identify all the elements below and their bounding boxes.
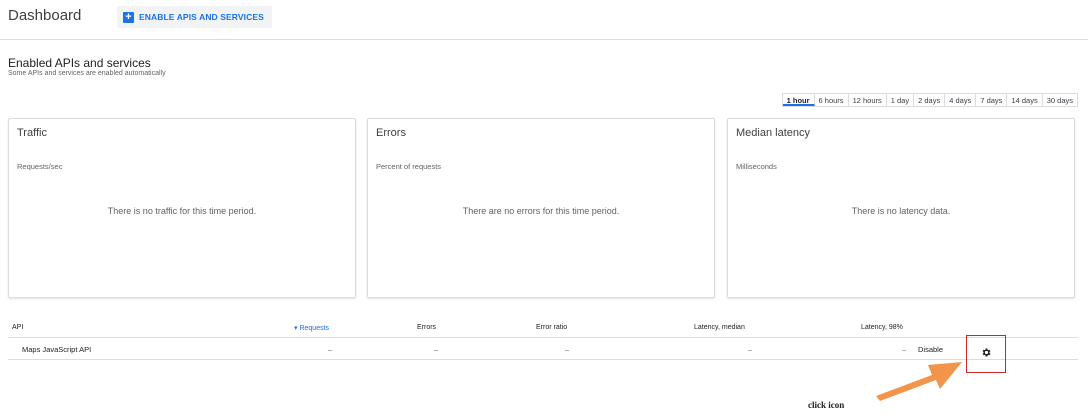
latency-median-value: – (748, 345, 753, 354)
time-range-2-days[interactable]: 2 days (914, 94, 946, 106)
median-latency-card: Median latency Milliseconds There is no … (727, 118, 1075, 298)
plus-icon: + (123, 11, 134, 23)
disable-link[interactable]: Disable (918, 345, 943, 354)
card-title: Median latency (736, 127, 810, 139)
card-empty-message: There is no traffic for this time period… (107, 206, 257, 216)
column-requests[interactable]: ▾ Requests (294, 324, 329, 332)
time-range-30-days[interactable]: 30 days (1043, 94, 1077, 106)
time-range-14-days[interactable]: 14 days (1007, 94, 1043, 106)
time-range-1-day[interactable]: 1 day (887, 94, 915, 106)
card-title: Traffic (17, 127, 47, 139)
errors-value: – (434, 345, 439, 354)
time-range-1-hour[interactable]: 1 hour (782, 94, 815, 106)
errors-card: Errors Percent of requests There are no … (367, 118, 715, 298)
time-range-7-days[interactable]: 7 days (976, 94, 1008, 106)
error-ratio-value: – (565, 345, 570, 354)
card-empty-message: There is no latency data. (851, 206, 951, 216)
column-errors[interactable]: Errors (417, 324, 436, 331)
enable-apis-button[interactable]: + ENABLE APIS AND SERVICES (117, 6, 272, 28)
requests-value: – (328, 345, 333, 354)
latency-98-value: – (902, 345, 907, 354)
time-range-6-hours[interactable]: 6 hours (815, 94, 849, 106)
settings-highlight-box (966, 335, 1006, 373)
api-name-link[interactable]: Maps JavaScript API (22, 345, 91, 354)
column-error-ratio[interactable]: Error ratio (536, 324, 567, 331)
card-title: Errors (376, 127, 406, 139)
time-range-4-days[interactable]: 4 days (945, 94, 977, 106)
column-api[interactable]: API (12, 324, 23, 331)
card-subtitle: Requests/sec (17, 162, 63, 171)
column-latency-median[interactable]: Latency, median (694, 324, 745, 331)
column-latency-98[interactable]: Latency, 98% (861, 324, 903, 331)
card-empty-message: There are no errors for this time period… (462, 206, 620, 216)
column-requests-label: Requests (299, 325, 330, 332)
gear-icon[interactable] (981, 347, 992, 358)
table-header: API ▾ Requests Errors Error ratio Latenc… (8, 320, 1078, 338)
annotation-arrow (876, 362, 962, 401)
annotation-text: click icon (808, 400, 845, 410)
page-title: Dashboard (8, 7, 82, 24)
enable-apis-label: ENABLE APIS AND SERVICES (139, 12, 264, 22)
time-range-selector: 1 hour 6 hours 12 hours 1 day 2 days 4 d… (781, 93, 1078, 107)
time-range-12-hours[interactable]: 12 hours (849, 94, 887, 106)
section-subtitle: Some APIs and services are enabled autom… (8, 70, 166, 77)
traffic-card: Traffic Requests/sec There is no traffic… (8, 118, 356, 298)
page-header: Dashboard + ENABLE APIS AND SERVICES (0, 0, 1088, 40)
card-subtitle: Milliseconds (736, 162, 777, 171)
card-subtitle: Percent of requests (376, 162, 442, 171)
section-title: Enabled APIs and services (8, 56, 151, 70)
